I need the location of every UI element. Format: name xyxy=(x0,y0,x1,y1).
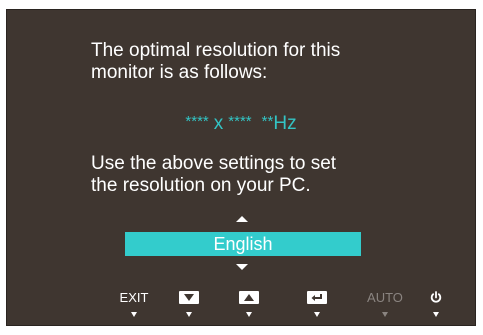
up-indicator-icon xyxy=(246,312,252,317)
auto-label: AUTO xyxy=(367,289,403,305)
enter-indicator-icon xyxy=(314,312,320,317)
resolution-width: **** xyxy=(185,113,209,130)
language-selector[interactable]: English xyxy=(125,232,361,256)
resolution-height: **** xyxy=(228,113,252,130)
up-arrow-key-icon xyxy=(239,290,259,304)
resolution-separator: x xyxy=(213,113,224,134)
scroll-up-arrow-icon[interactable] xyxy=(236,216,248,222)
message-line-3: Use the above settings to set xyxy=(91,153,337,174)
power-key-face xyxy=(430,288,442,306)
instruction-message: Use the above settings to set the resolu… xyxy=(91,153,421,197)
refresh-rate-unit: Hz xyxy=(273,113,297,134)
auto-button[interactable]: AUTO xyxy=(365,288,405,324)
power-icon xyxy=(430,290,442,303)
message-line-2: monitor is as follows: xyxy=(91,62,268,83)
message-line-1: The optimal resolution for this xyxy=(91,40,341,61)
power-indicator-icon xyxy=(433,312,439,317)
down-indicator-icon xyxy=(186,312,192,317)
up-button[interactable] xyxy=(229,288,269,324)
exit-label: EXIT xyxy=(119,289,149,305)
message-line-4: the resolution on your PC. xyxy=(91,175,311,196)
down-arrow-key-icon xyxy=(179,290,199,304)
enter-key-face xyxy=(307,288,327,306)
auto-indicator-icon xyxy=(382,312,388,317)
osd-button-bar: EXIT AUTO xyxy=(7,288,475,324)
scroll-down-arrow-icon[interactable] xyxy=(236,264,248,270)
enter-button[interactable] xyxy=(297,288,337,324)
refresh-rate-value: ** xyxy=(261,113,274,130)
down-button[interactable] xyxy=(169,288,209,324)
exit-indicator-icon xyxy=(131,312,137,317)
osd-panel: The optimal resolution for this monitor … xyxy=(6,9,476,326)
monitor-osd-screen: The optimal resolution for this monitor … xyxy=(0,0,483,335)
exit-button[interactable]: EXIT xyxy=(114,288,154,324)
enter-key-icon xyxy=(307,290,327,304)
up-key-face xyxy=(239,288,259,306)
resolution-message: The optimal resolution for this monitor … xyxy=(91,40,421,84)
down-key-face xyxy=(179,288,199,306)
optimal-resolution: **** x **** **Hz xyxy=(7,113,475,135)
power-button[interactable] xyxy=(416,288,456,324)
